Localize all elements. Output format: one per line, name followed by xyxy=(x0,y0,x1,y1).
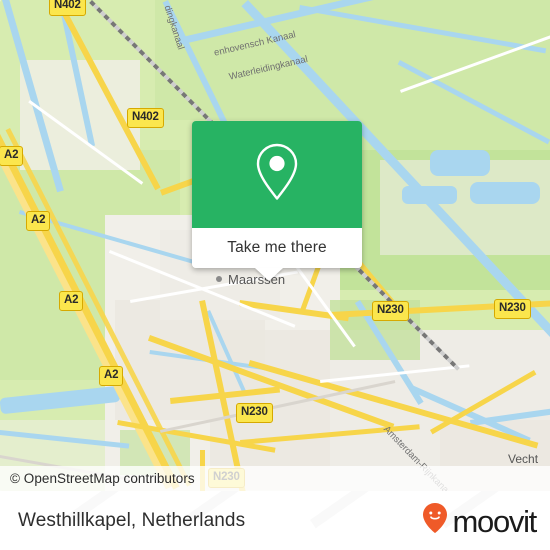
road-shield-a2-2[interactable]: A2 xyxy=(26,211,51,231)
location-title: Westhillkapel, Netherlands xyxy=(18,509,246,531)
road-shield-n402-top[interactable]: N402 xyxy=(49,0,86,16)
moovit-logo[interactable]: moovit xyxy=(422,502,537,539)
footer-content: Westhillkapel, Netherlands moovit xyxy=(0,491,550,550)
card-pointer-arrow xyxy=(255,268,283,281)
take-me-there-card[interactable]: Take me there xyxy=(192,121,362,268)
location-pin-icon xyxy=(252,141,302,208)
map-attribution-bar: © OpenStreetMap contributors xyxy=(0,466,550,491)
road-shield-a2-3[interactable]: A2 xyxy=(59,291,84,311)
place-dot-maarssen xyxy=(216,276,222,282)
place-label-vecht: Vecht xyxy=(508,452,539,466)
card-cta-area[interactable]: Take me there xyxy=(192,228,362,268)
road-shield-n230-3[interactable]: N230 xyxy=(236,403,273,423)
map-water-pond-e2 xyxy=(470,182,540,204)
road-shield-n230-2[interactable]: N230 xyxy=(494,299,531,319)
moovit-wordmark: moovit xyxy=(452,504,537,539)
moovit-map-share-card: dingkanaal enhovensch Kanaal Waterleidin… xyxy=(0,0,550,550)
road-shield-a2-1[interactable]: A2 xyxy=(0,146,24,166)
road-shield-n402-mid[interactable]: N402 xyxy=(127,108,164,128)
footer-bar: Westhillkapel, Netherlands moovit xyxy=(0,491,550,550)
map-water-pond-e xyxy=(430,150,490,176)
road-shield-a2-4[interactable]: A2 xyxy=(99,366,124,386)
moovit-smiley-pin-icon xyxy=(422,502,448,539)
card-icon-area xyxy=(192,121,362,228)
take-me-there-label[interactable]: Take me there xyxy=(227,239,327,257)
attribution-text[interactable]: © OpenStreetMap contributors xyxy=(0,471,195,486)
road-shield-n230-1[interactable]: N230 xyxy=(372,301,409,321)
